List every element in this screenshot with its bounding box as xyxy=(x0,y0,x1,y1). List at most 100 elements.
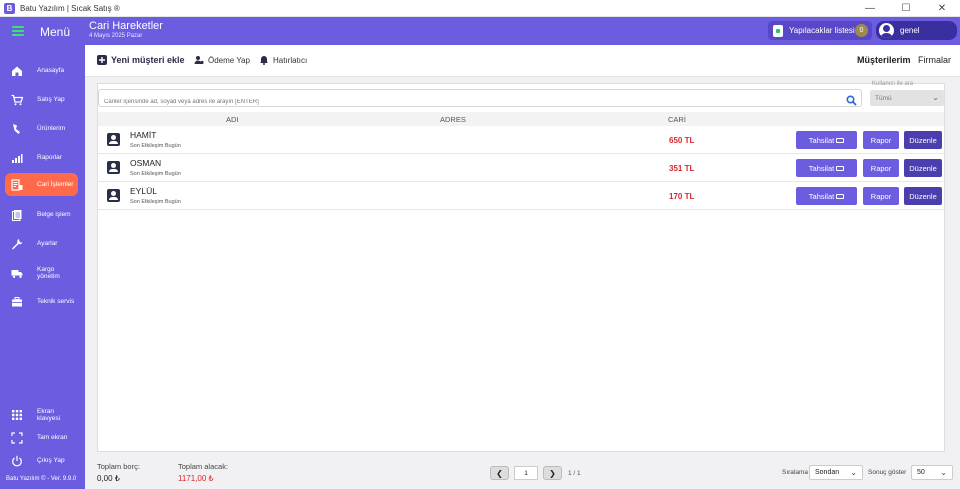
sort-value: Sondan xyxy=(815,469,840,476)
collect-button[interactable]: Tahsilat xyxy=(796,131,857,149)
sidebar-item-kargo-yonetim[interactable]: Kargo yönetim xyxy=(5,261,78,284)
menu-label[interactable]: Menü xyxy=(40,25,70,39)
prev-page-button[interactable]: ❮ xyxy=(490,466,509,480)
column-header-balance: CARİ xyxy=(668,115,686,124)
payment-button[interactable]: Ödeme Yap xyxy=(194,55,250,65)
chevron-down-icon: ⌄ xyxy=(940,468,947,477)
chevron-down-icon: ⌄ xyxy=(850,468,857,477)
new-customer-label: Yeni müşteri ekle xyxy=(111,55,185,65)
tab-firmalar[interactable]: Firmalar xyxy=(918,55,951,65)
wrench-icon xyxy=(11,238,23,250)
collect-button[interactable]: Tahsilat xyxy=(796,159,857,177)
payment-label: Ödeme Yap xyxy=(208,55,250,65)
table-row[interactable]: EYLÜL Son Etkileşim Bugün 170 TL Tahsila… xyxy=(98,183,944,210)
sidebar-item-label: Çıkış Yap xyxy=(37,457,65,464)
accounts-icon xyxy=(11,178,23,191)
sidebar-item-urunlerim[interactable]: Ürünlerim xyxy=(5,117,78,140)
user-filter-label: Kullanıcı ile ara xyxy=(872,81,914,87)
table-header: ADI ADRES CARİ xyxy=(98,112,944,126)
edit-button[interactable]: Düzenle xyxy=(904,131,942,149)
sidebar-item-label: Anasayfa xyxy=(37,67,65,74)
reminder-button[interactable]: Hatırlatıcı xyxy=(259,55,307,65)
sidebar-item-ayarlar[interactable]: Ayarlar xyxy=(5,232,78,255)
sidebar-item-belge-islem[interactable]: Belge işlem xyxy=(5,203,78,226)
balance-amount: 650 TL xyxy=(669,136,695,145)
result-count-label: Sonuç göster xyxy=(868,469,907,476)
maximize-icon[interactable]: ☐ xyxy=(888,0,924,17)
search-box xyxy=(98,89,862,110)
report-button[interactable]: Rapor xyxy=(863,159,899,177)
result-count-select[interactable]: 50 ⌄ xyxy=(911,465,953,480)
total-receivable-label: Toplam alacak: xyxy=(178,462,229,471)
customer-name: EYLÜL xyxy=(130,186,157,196)
table-row[interactable]: HAMİT Son Etkileşim Bugün 650 TL Tahsila… xyxy=(98,127,944,154)
user-filter-select[interactable]: Tümü ⌄ xyxy=(870,90,944,106)
sidebar-item-label: Ürünlerim xyxy=(37,125,66,132)
bell-icon xyxy=(259,55,269,65)
column-header-name: ADI xyxy=(226,115,239,124)
page-title: Cari Hareketler xyxy=(89,20,163,32)
balance-amount: 170 TL xyxy=(669,192,695,201)
sidebar: Anasayfa Satış Yap Ürünlerim Raporlar Ca… xyxy=(0,45,85,489)
search-input[interactable] xyxy=(99,94,829,110)
user-filter-value: Tümü xyxy=(875,94,892,102)
app-logo-icon: B xyxy=(4,2,15,14)
close-icon[interactable]: ✕ xyxy=(924,0,960,17)
cash-icon xyxy=(836,137,845,143)
collect-button[interactable]: Tahsilat xyxy=(796,187,857,205)
power-icon xyxy=(11,455,23,467)
footer: Toplam borç: 0,00 ₺ Toplam alacak: 1171,… xyxy=(85,457,960,489)
sidebar-item-raporlar[interactable]: Raporlar xyxy=(5,146,78,169)
sidebar-item-satis-yap[interactable]: Satış Yap xyxy=(5,88,78,111)
keyboard-grid-icon xyxy=(11,409,23,421)
customer-card-icon xyxy=(107,161,120,174)
sidebar-item-teknik-servis[interactable]: Teknik servis xyxy=(5,290,78,313)
sidebar-item-label: Satış Yap xyxy=(37,96,65,103)
document-icon xyxy=(11,209,23,221)
sidebar-item-label: Cari İşlemler xyxy=(37,181,74,188)
sidebar-item-label: Belge işlem xyxy=(37,211,71,218)
column-header-address: ADRES xyxy=(440,115,466,124)
report-button[interactable]: Rapor xyxy=(863,131,899,149)
edit-button[interactable]: Düzenle xyxy=(904,187,942,205)
window-controls: — ☐ ✕ xyxy=(852,0,960,17)
reminder-label: Hatırlatıcı xyxy=(273,55,308,65)
app-header: Menü Cari Hareketler 4 Mayıs 2025 Pazar … xyxy=(0,17,960,45)
todo-list-button[interactable]: Yapılacaklar listesi 0 xyxy=(768,21,872,40)
table-row[interactable]: OSMAN Son Etkileşim Bugün 351 TL Tahsila… xyxy=(98,155,944,182)
page-number-input[interactable]: 1 xyxy=(514,466,538,480)
sidebar-item-tam-ekran[interactable]: Tam ekran xyxy=(5,426,78,449)
toolbar: Yeni müşteri ekle Ödeme Yap Hatırlatıcı … xyxy=(85,45,960,77)
window-title: Batu Yazılım | Sıcak Satış ® xyxy=(20,3,120,13)
sidebar-item-label: Ayarlar xyxy=(37,240,58,247)
minimize-icon[interactable]: — xyxy=(852,0,888,17)
customer-card-icon xyxy=(107,133,120,146)
tab-musterilerim[interactable]: Müşterilerim xyxy=(857,55,911,65)
sidebar-item-anasayfa[interactable]: Anasayfa xyxy=(5,59,78,82)
customer-card-icon xyxy=(107,189,120,202)
sort-select[interactable]: Sondan ⌄ xyxy=(809,465,863,480)
user-payment-icon xyxy=(194,55,204,65)
product-icon xyxy=(11,123,23,135)
chevron-down-icon: ⌄ xyxy=(932,93,939,102)
sidebar-item-ekran-klavyesi[interactable]: Ekran klavyesi xyxy=(5,403,78,426)
new-customer-button[interactable]: Yeni müşteri ekle xyxy=(97,55,185,65)
search-icon[interactable] xyxy=(846,93,857,106)
result-count-value: 50 xyxy=(917,469,925,476)
user-avatar-icon xyxy=(879,23,894,38)
last-interaction: Son Etkileşim Bugün xyxy=(130,171,181,177)
report-button[interactable]: Rapor xyxy=(863,187,899,205)
pagination: ❮ 1 ❯ 1 / 1 xyxy=(490,466,581,480)
page-info: 1 / 1 xyxy=(568,469,581,477)
hamburger-menu-icon[interactable] xyxy=(12,26,24,36)
edit-button[interactable]: Düzenle xyxy=(904,159,942,177)
page-date: 4 Mayıs 2025 Pazar xyxy=(89,33,143,39)
next-page-button[interactable]: ❯ xyxy=(543,466,562,480)
sidebar-item-cari-islemler[interactable]: Cari İşlemler xyxy=(5,173,78,196)
user-menu-button[interactable]: genel xyxy=(876,21,957,40)
cart-icon xyxy=(11,94,23,106)
main-content: Yeni müşteri ekle Ödeme Yap Hatırlatıcı … xyxy=(85,45,960,489)
sidebar-item-cikis-yap[interactable]: Çıkış Yap xyxy=(5,449,78,472)
version-label: Batu Yazılım © - Ver. 9.9.0 xyxy=(6,476,77,482)
fullscreen-icon xyxy=(11,431,23,444)
